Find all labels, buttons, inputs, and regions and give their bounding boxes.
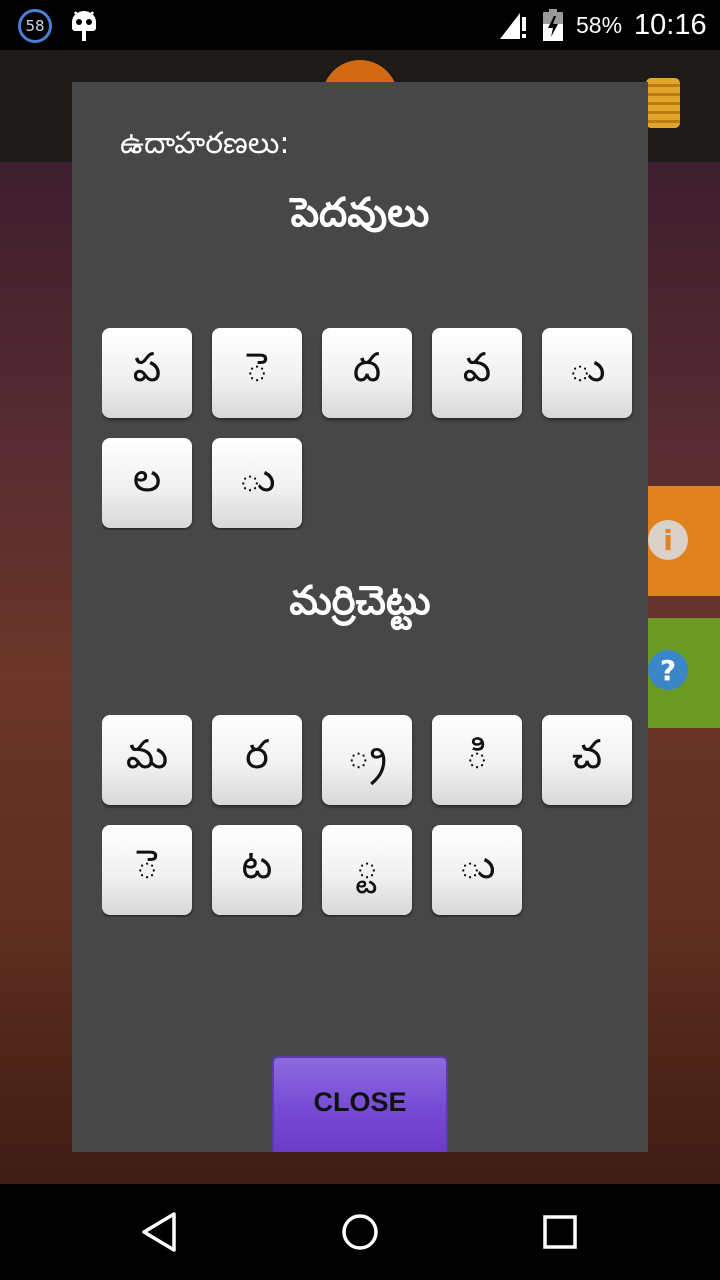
letter-tile[interactable]: ు <box>542 328 632 418</box>
letter-tile[interactable]: ె <box>212 328 302 418</box>
letter-tile[interactable]: వ <box>432 328 522 418</box>
info-icon: i <box>648 520 688 560</box>
letter-tile[interactable]: ట <box>212 825 302 915</box>
letter-tile[interactable]: ి <box>432 715 522 805</box>
letter-tile[interactable]: ్ర <box>322 715 412 805</box>
letter-tile[interactable]: ్ట <box>322 825 412 915</box>
status-bar: 58 58% 10:16 <box>0 0 720 50</box>
examples-dialog: ఉదాహరణలు: పెదవులు ప ె ద వ ు ల ు మర్రిచెట… <box>72 82 648 1152</box>
coins-icon <box>646 78 680 128</box>
example-word-title: మర్రిచెట్టు <box>289 578 431 624</box>
navigation-bar <box>0 1184 720 1280</box>
letter-tile[interactable]: ె <box>102 825 192 915</box>
back-icon[interactable] <box>136 1208 184 1256</box>
letter-tile[interactable]: చ <box>542 715 632 805</box>
letter-tile-grid: మ ర ్ర ి చ ె ట ్ట ు <box>102 715 648 917</box>
close-button[interactable]: CLOSE <box>272 1056 448 1152</box>
android-debug-icon <box>72 11 96 41</box>
letter-tile[interactable]: ల <box>102 438 192 528</box>
battery-charging-icon <box>543 9 563 41</box>
dialog-heading: ఉదాహరణలు: <box>120 126 290 161</box>
letter-tile[interactable]: ప <box>102 328 192 418</box>
letter-tile[interactable]: ు <box>212 438 302 528</box>
notification-count-icon: 58 <box>18 9 52 43</box>
recents-icon[interactable] <box>536 1208 584 1256</box>
letter-tile[interactable]: ు <box>432 825 522 915</box>
letter-tile[interactable]: ర <box>212 715 302 805</box>
signal-icon <box>500 13 526 39</box>
home-icon[interactable] <box>336 1208 384 1256</box>
help-icon: ? <box>648 650 688 690</box>
clock: 10:16 <box>634 9 707 41</box>
example-word-title: పెదవులు <box>290 190 430 236</box>
letter-tile[interactable]: మ <box>102 715 192 805</box>
battery-percent: 58% <box>576 12 623 38</box>
letter-tile[interactable]: ద <box>322 328 412 418</box>
letter-tile-grid: ప ె ద వ ు ల ు <box>102 328 648 530</box>
